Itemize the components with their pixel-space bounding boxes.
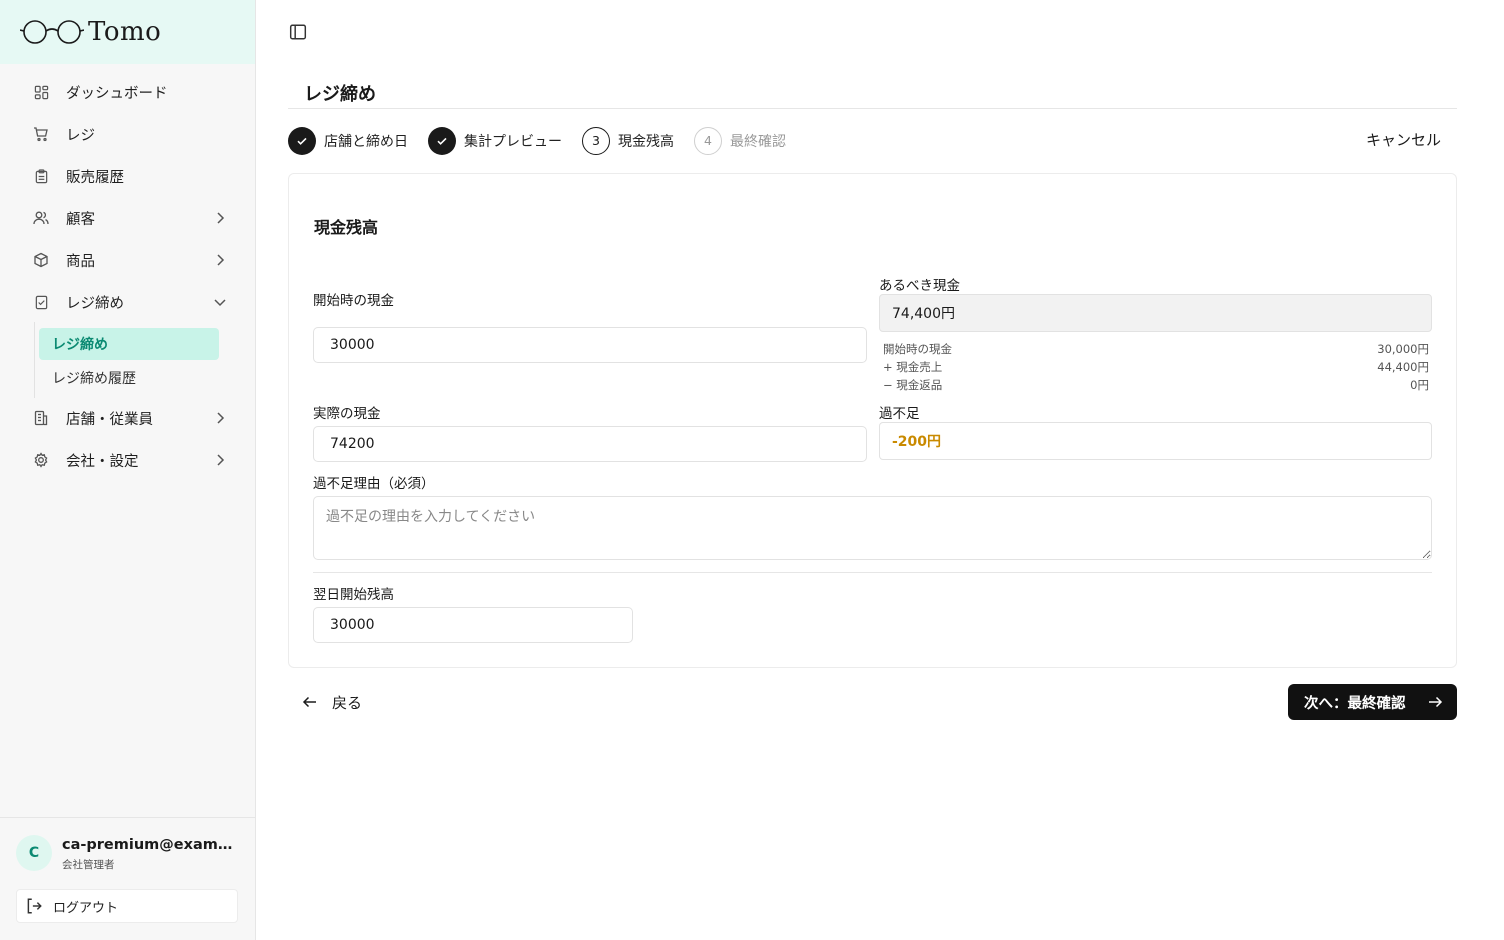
next-day-opening-input[interactable]: [313, 607, 633, 643]
sidebar-subitem-closing-history[interactable]: レジ締め履歴: [39, 362, 219, 394]
back-label: 戻る: [332, 693, 363, 712]
breakdown-label: − 現金返品: [883, 378, 943, 392]
arrow-right-icon: [1429, 696, 1443, 708]
step-done-check-icon: [288, 126, 316, 155]
breakdown-value: 30,000円: [1377, 342, 1429, 356]
chevron-right-icon: [217, 412, 225, 424]
breakdown-row: − 現金返品 0円: [883, 376, 1429, 394]
step-3: 3 現金残高: [582, 126, 674, 155]
sidebar-subitem-register-closing[interactable]: レジ締め: [39, 328, 219, 360]
step-number: 3: [582, 126, 610, 155]
cart-icon: [32, 125, 50, 143]
breakdown-value: 0円: [1410, 378, 1429, 392]
step-label: 現金残高: [618, 133, 674, 150]
checklist-icon: [32, 293, 50, 311]
package-icon: [32, 251, 50, 269]
sidebar-item-label: 店舗・従業員: [66, 411, 153, 428]
user-email: ca-premium@example.com: [62, 837, 240, 853]
sidebar-item-dashboard[interactable]: ダッシュボード: [24, 75, 234, 109]
chevron-down-icon: [214, 299, 226, 307]
breakdown-label: 開始時の現金: [883, 342, 952, 356]
breakdown-row: + 現金売上 44,400円: [883, 358, 1429, 376]
next-label: 次へ：最終確認: [1304, 695, 1406, 712]
step-label: 集計プレビュー: [464, 133, 562, 150]
panel-left-icon: [289, 24, 307, 40]
clipboard-icon: [32, 167, 50, 185]
sidebar-item-register[interactable]: レジ: [24, 117, 234, 151]
section-divider: [313, 572, 1432, 573]
step-4: 4 最終確認: [694, 126, 786, 155]
back-button[interactable]: 戻る: [302, 688, 362, 716]
step-label: 店舗と締め日: [324, 133, 408, 150]
building-icon: [32, 409, 50, 427]
sidebar-toggle-button[interactable]: [289, 23, 307, 41]
chevron-right-icon: [217, 254, 225, 266]
sidebar-item-label: 会社・設定: [66, 453, 139, 470]
next-button[interactable]: 次へ：最終確認: [1288, 684, 1457, 720]
users-icon: [32, 209, 50, 227]
logout-label: ログアウト: [53, 900, 119, 916]
expected-cash-value: 74,400円: [879, 294, 1432, 332]
breakdown-label: + 現金売上: [883, 360, 943, 374]
sidebar-item-label: ダッシュボード: [66, 85, 168, 102]
sidebar-item-label: 商品: [66, 253, 95, 270]
sidebar-item-register-closing[interactable]: レジ締め: [24, 285, 234, 319]
dashboard-icon: [32, 83, 50, 101]
title-divider: [288, 108, 1457, 109]
sidebar-item-label: レジ: [66, 127, 95, 144]
step-done-check-icon: [428, 126, 456, 155]
actual-cash-input[interactable]: [313, 426, 867, 462]
section-title: 現金残高: [314, 218, 379, 237]
avatar[interactable]: C: [16, 835, 52, 871]
reason-textarea[interactable]: [313, 496, 1432, 560]
user-panel: C ca-premium@example.com 会社管理者 ログアウト: [0, 817, 255, 940]
chevron-right-icon: [217, 212, 225, 224]
glasses-logo-icon: [20, 20, 84, 44]
submenu-rail: [34, 322, 35, 398]
app-logo[interactable]: Tomo: [20, 17, 161, 47]
expected-cash-breakdown: 開始時の現金 30,000円 + 現金売上 44,400円 − 現金返品 0円: [883, 340, 1429, 394]
gear-icon: [32, 451, 50, 469]
sidebar: Tomo ダッシュボード レジ 販売履歴 顧客 商品 レジ締め レジ締め レジ締…: [0, 0, 256, 940]
page-title: レジ締め: [304, 84, 376, 105]
sidebar-item-stores-staff[interactable]: 店舗・従業員: [24, 401, 234, 435]
expected-cash-label: あるべき現金: [879, 278, 960, 294]
sidebar-item-label: 顧客: [66, 211, 95, 228]
sidebar-item-label: 販売履歴: [66, 169, 124, 186]
actual-cash-label: 実際の現金: [313, 406, 381, 422]
sidebar-item-customers[interactable]: 顧客: [24, 201, 234, 235]
breakdown-row: 開始時の現金 30,000円: [883, 340, 1429, 358]
opening-cash-input[interactable]: [313, 327, 867, 363]
logout-icon: [27, 898, 42, 914]
brand-header: Tomo: [0, 0, 255, 64]
sidebar-item-label: レジ締め: [66, 295, 124, 312]
sidebar-item-products[interactable]: 商品: [24, 243, 234, 277]
step-1: 店舗と締め日: [288, 126, 408, 155]
arrow-left-icon: [302, 696, 316, 708]
cash-balance-card: 現金残高 開始時の現金 あるべき現金 74,400円 開始時の現金 30,000…: [288, 173, 1457, 668]
step-label: 最終確認: [730, 133, 786, 150]
chevron-right-icon: [217, 454, 225, 466]
breakdown-value: 44,400円: [1377, 360, 1429, 374]
reason-label: 過不足理由（必須）: [313, 476, 435, 492]
difference-value: -200円: [879, 422, 1432, 460]
step-number: 4: [694, 126, 722, 155]
opening-cash-label: 開始時の現金: [313, 293, 394, 309]
user-role: 会社管理者: [62, 859, 115, 871]
sidebar-item-company-settings[interactable]: 会社・設定: [24, 443, 234, 477]
logout-button[interactable]: ログアウト: [16, 889, 238, 923]
difference-label: 過不足: [879, 406, 920, 422]
sidebar-item-sales-history[interactable]: 販売履歴: [24, 159, 234, 193]
cancel-button[interactable]: キャンセル: [1366, 129, 1441, 150]
brand-name: Tomo: [88, 17, 162, 47]
step-2: 集計プレビュー: [428, 126, 562, 155]
next-day-opening-label: 翌日開始残高: [313, 587, 394, 603]
